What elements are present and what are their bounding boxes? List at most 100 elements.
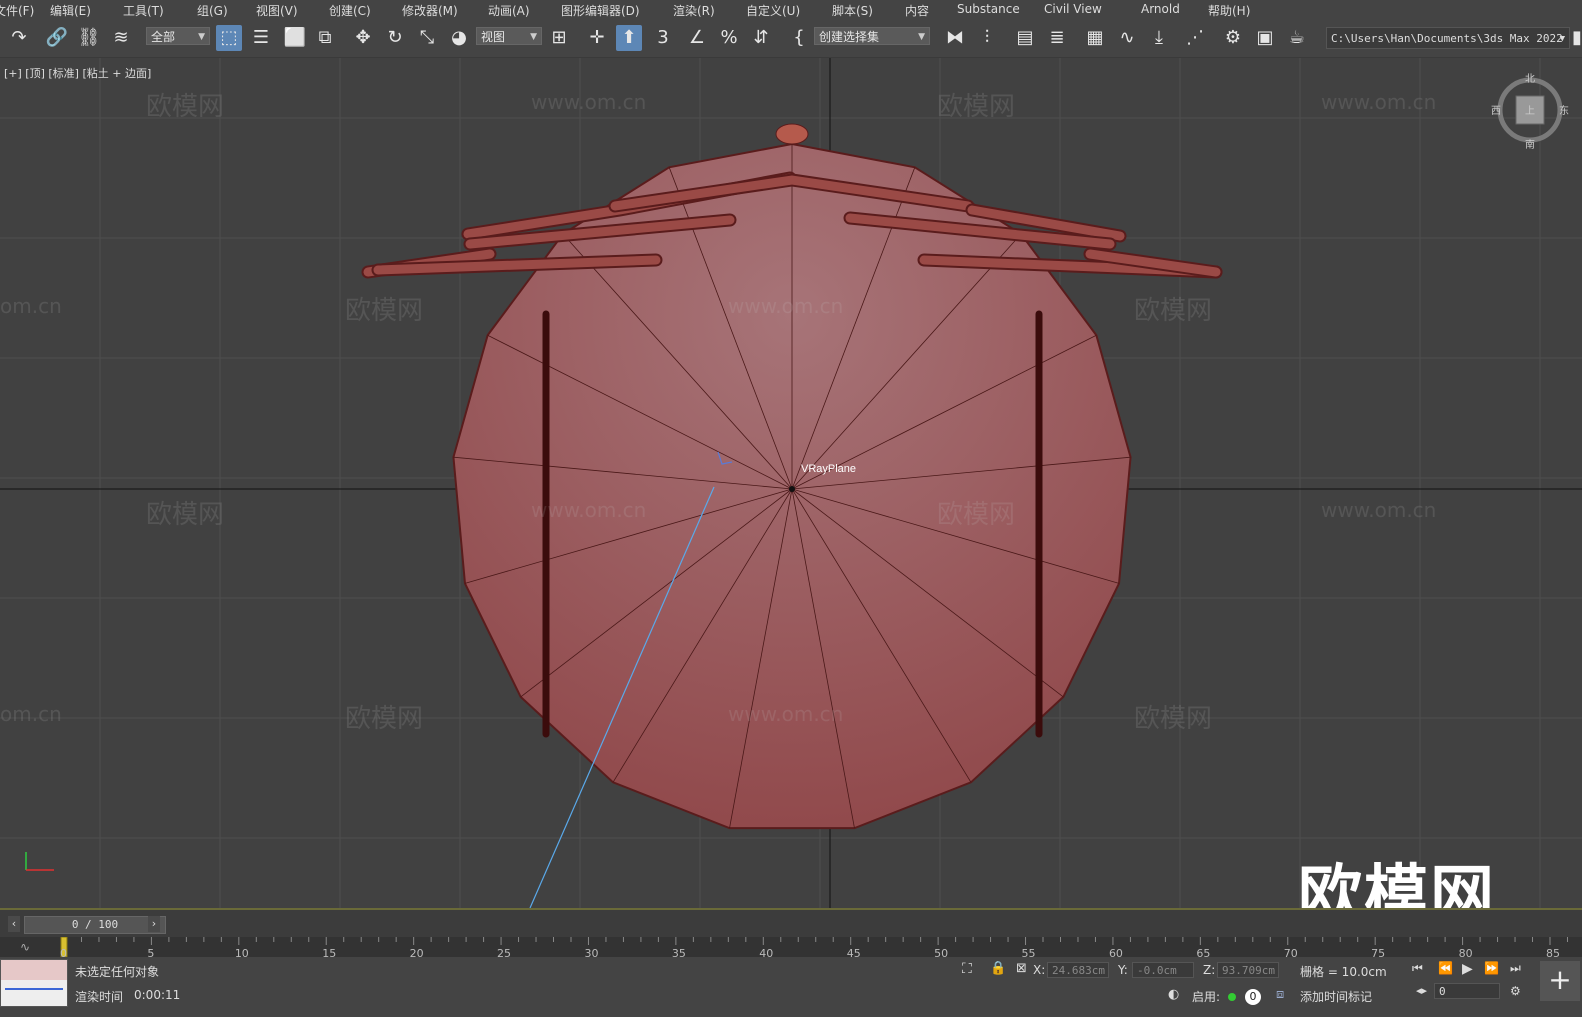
menu-views[interactable]: 视图(V) xyxy=(256,2,298,19)
next-frame-icon[interactable]: ⏩ xyxy=(1484,961,1499,975)
watermark-text: 欧模网 xyxy=(1134,296,1213,326)
viewcube-label-bottom: 南 xyxy=(1525,138,1535,151)
status-dot-icon xyxy=(1228,993,1236,1001)
key-mode-icon[interactable]: ◂▸ xyxy=(1416,984,1427,997)
rotate-icon[interactable]: ↻ xyxy=(382,25,408,51)
adaptive-degradation-icon[interactable]: ◐ xyxy=(1168,987,1179,1002)
rect-selection-icon[interactable]: ⬜ xyxy=(282,25,308,51)
go-to-start-icon[interactable]: ⏮ xyxy=(1412,961,1423,976)
menu-edit[interactable]: 编辑(E) xyxy=(50,2,91,19)
redo-icon[interactable]: ↷ xyxy=(6,25,32,51)
current-frame-value: 0 xyxy=(1439,985,1446,998)
select-object-icon[interactable]: ⬚ xyxy=(216,25,242,51)
absolute-transform-icon[interactable]: ⊠ xyxy=(1016,961,1027,976)
schematic-view-icon[interactable]: ⤓ xyxy=(1146,25,1172,51)
menu-help[interactable]: 帮助(H) xyxy=(1208,2,1250,19)
snap-label: 3 xyxy=(657,27,669,48)
time-slider-next-icon[interactable]: › xyxy=(148,916,160,932)
time-configuration-icon[interactable]: ⚙ xyxy=(1510,984,1521,998)
project-path-text: C:\Users\Han\Documents\3ds Max 2022 xyxy=(1331,32,1563,45)
scene-explorer-icon[interactable]: ▤ xyxy=(1012,25,1038,51)
go-to-end-icon[interactable]: ⏭ xyxy=(1510,961,1521,976)
y-coordinate-field[interactable]: -0.0cm xyxy=(1132,962,1194,978)
render-production-icon[interactable]: ☕ xyxy=(1284,25,1310,51)
keyboard-shortcut-toggle-icon[interactable]: ⬆ xyxy=(616,25,642,51)
viewcube-label-face: 上 xyxy=(1525,105,1535,117)
play-icon[interactable]: ▶ xyxy=(1462,961,1473,977)
status-bar: 未选定任何对象 渲染时间 0:00:11 ⛶ 🔒 ⊠ X: 24.683cm Y… xyxy=(0,957,1582,1017)
x-coordinate-field[interactable]: 24.683cm xyxy=(1047,962,1109,978)
pivot-center-icon[interactable]: ⊞ xyxy=(546,25,572,51)
watermark-text: 欧模网 xyxy=(1134,704,1213,734)
project-path-field[interactable]: C:\Users\Han\Documents\3ds Max 2022 ▼ xyxy=(1326,27,1570,49)
time-slider[interactable]: 0 / 100 xyxy=(24,916,166,934)
isolate-selection-icon[interactable]: ⛶ xyxy=(962,961,972,977)
menu-create[interactable]: 创建(C) xyxy=(329,2,371,19)
menu-arnold[interactable]: Arnold xyxy=(1141,2,1180,16)
curve-editor-icon[interactable]: ∿ xyxy=(1114,25,1140,51)
bind-space-warp-icon[interactable]: ≋ xyxy=(108,25,134,51)
viewcube-label-left: 西 xyxy=(1491,106,1501,117)
link-icon[interactable]: 🔗 xyxy=(44,25,70,51)
add-time-tag-button[interactable]: 添加时间标记 xyxy=(1300,988,1372,1005)
material-editor-icon[interactable]: ⋰ xyxy=(1182,25,1208,51)
time-tag-icon[interactable]: ⧈ xyxy=(1276,987,1284,1002)
watermark-text: 欧模网 xyxy=(937,92,1016,122)
big-watermark: 欧模网 xyxy=(1298,859,1496,908)
maxscript-listener-mini[interactable] xyxy=(0,959,68,1007)
menu-scripting[interactable]: 脚本(S) xyxy=(832,2,873,19)
z-coordinate-value: 93.709cm xyxy=(1222,964,1275,977)
rendered-frame-window-icon[interactable]: ▣ xyxy=(1252,25,1278,51)
move-icon[interactable]: ✥ xyxy=(350,25,376,51)
watermark-url-partial: om.cn xyxy=(0,294,62,318)
create-panel-plus-icon[interactable]: + xyxy=(1540,961,1580,1001)
current-frame-field[interactable]: 0 xyxy=(1434,983,1500,999)
viewport-label[interactable]: [+] [顶] [标准] [粘土 + 边面] xyxy=(4,65,151,81)
lock-icon[interactable]: 🔒 xyxy=(990,961,1006,976)
render-setup-icon[interactable]: ⚙ xyxy=(1220,25,1246,51)
menu-graph-editors[interactable]: 图形编辑器(D) xyxy=(561,2,640,19)
viewport-top[interactable]: 北南 西 东 上 [+] [顶] [标准] [粘土 + 边面] VRayPlane 欧… xyxy=(0,58,1582,908)
layer-explorer-icon[interactable]: ≣ xyxy=(1044,25,1070,51)
menu-tools[interactable]: 工具(T) xyxy=(123,2,164,19)
unlink-icon[interactable]: ⛓ xyxy=(76,25,102,51)
time-slider-prev-icon[interactable]: ‹ xyxy=(8,916,20,932)
chevron-down-icon: ▼ xyxy=(918,32,925,42)
ref-coord-dropdown[interactable]: 视图 ▼ xyxy=(476,27,542,45)
percent-snap-icon[interactable]: % xyxy=(716,25,742,51)
enable-count: 0 xyxy=(1249,990,1257,1003)
menu-group[interactable]: 组(G) xyxy=(197,2,228,19)
previous-frame-icon[interactable]: ⏪ xyxy=(1438,961,1453,975)
z-coordinate-field[interactable]: 93.709cm xyxy=(1217,962,1279,978)
select-manipulate-icon[interactable]: ✛ xyxy=(584,25,610,51)
placement-icon[interactable]: ◕ xyxy=(446,25,472,51)
named-selection-dropdown[interactable]: 创建选择集 ▼ xyxy=(814,27,930,45)
render-time-label: 渲染时间 xyxy=(75,990,124,1004)
curve-editor-mini-icon[interactable]: ∿ xyxy=(20,940,30,954)
toolbar-overflow-icon[interactable]: ▮ xyxy=(1572,25,1582,51)
angle-snap-icon[interactable]: ∠ xyxy=(684,25,710,51)
ref-coord-value: 视图 xyxy=(481,30,506,44)
menu-civil-view[interactable]: Civil View xyxy=(1044,2,1102,16)
spinner-snap-icon[interactable]: ⇵ xyxy=(748,25,774,51)
scale-icon[interactable]: ⤡ xyxy=(414,25,440,51)
mirror-icon[interactable]: ⧓ xyxy=(942,25,968,51)
snap-toggle-icon[interactable]: 3 xyxy=(650,25,676,51)
menu-content[interactable]: 内容 xyxy=(905,2,929,19)
watermark-url: www.om.cn xyxy=(531,90,647,114)
watermark-text: 欧模网 xyxy=(345,704,424,734)
menu-rendering[interactable]: 渲染(R) xyxy=(673,2,715,19)
watermark-url: www.om.cn xyxy=(1321,498,1437,522)
window-crossing-icon[interactable]: ⧉ xyxy=(312,25,338,51)
align-icon[interactable]: ⫶ xyxy=(974,25,1000,51)
menu-modifiers[interactable]: 修改器(M) xyxy=(402,2,458,19)
ribbon-toggle-icon[interactable]: ▦ xyxy=(1082,25,1108,51)
menu-substance[interactable]: Substance xyxy=(957,2,1020,16)
selection-filter-dropdown[interactable]: 全部 ▼ xyxy=(146,27,210,45)
menu-animation[interactable]: 动画(A) xyxy=(488,2,530,19)
select-by-name-icon[interactable]: ☰ xyxy=(248,25,274,51)
menu-customize[interactable]: 自定义(U) xyxy=(746,2,800,19)
menu-file[interactable]: 文件(F) xyxy=(0,2,34,19)
x-label: X: xyxy=(1033,963,1046,977)
edit-named-selection-icon[interactable]: { xyxy=(786,25,812,51)
